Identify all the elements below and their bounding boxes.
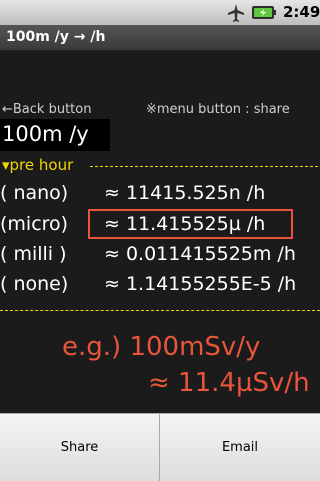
battery-icon (252, 6, 276, 19)
back-hint: ←Back button (2, 102, 92, 117)
title-bar: 100m /y → /h (0, 25, 320, 51)
status-bar: 2:49 (0, 0, 320, 25)
footer-divider (0, 310, 320, 311)
row-label-none: ( none) (0, 273, 69, 295)
menu-hint: ※menu button : share (146, 102, 290, 117)
value-input-text: 100m /y (2, 122, 89, 146)
section-divider (90, 166, 318, 167)
row-value-milli: ≈ 0.011415525m /h (104, 243, 296, 265)
row-label-nano: ( nano) (0, 182, 69, 204)
section-header: ▾pre hour (2, 156, 74, 174)
row-value-micro: ≈ 11.415525µ /h (104, 213, 266, 235)
bottom-button-bar: Share Email (0, 413, 320, 481)
email-button[interactable]: Email (160, 414, 320, 481)
example-line-2: ≈ 11.4µSv/h (148, 368, 310, 398)
airplane-icon (228, 4, 244, 22)
row-value-nano: ≈ 11415.525n /h (104, 182, 266, 204)
window-title: 100m /y → /h (6, 29, 106, 45)
share-button[interactable]: Share (0, 414, 160, 481)
row-label-micro: (micro) (0, 213, 69, 235)
example-line-1: e.g.) 100mSv/y (62, 332, 261, 362)
row-label-milli: ( milli ) (0, 243, 67, 265)
value-input[interactable]: 100m /y (0, 119, 110, 151)
row-value-none: ≈ 1.14155255E-5 /h (104, 273, 297, 295)
status-clock: 2:49 (283, 3, 320, 21)
